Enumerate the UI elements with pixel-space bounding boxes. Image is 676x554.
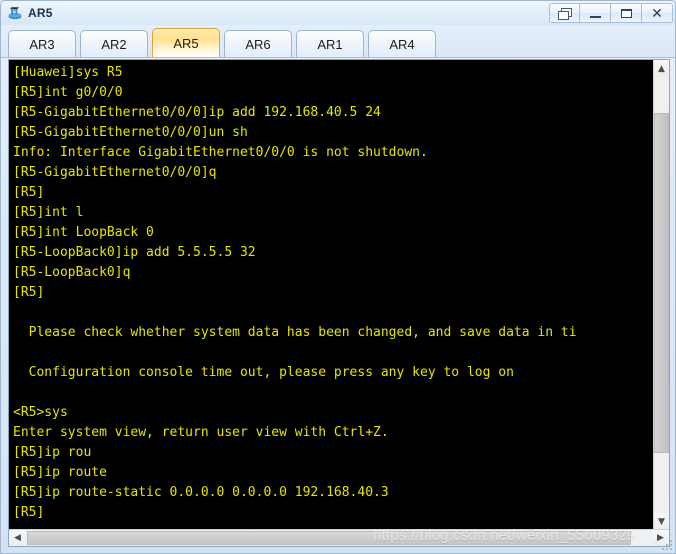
scroll-down-button[interactable]: ▼ xyxy=(654,513,669,530)
tab-ar3[interactable]: AR3 xyxy=(8,30,76,57)
scroll-left-button[interactable]: ◀ xyxy=(9,530,26,546)
horizontal-scroll-thumb[interactable] xyxy=(27,531,631,545)
terminal-line: [R5-LoopBack0]ip add 5.5.5.5 32 xyxy=(13,245,256,260)
terminal-line: [R5-LoopBack0]q xyxy=(13,265,131,280)
window-frame: AR5 ✕ AR3 AR2 AR5 AR6 AR1 AR4 [Huawei]sy… xyxy=(0,0,676,554)
tab-label: AR1 xyxy=(317,36,343,52)
terminal-line: [R5]int l xyxy=(13,205,84,220)
tab-ar5[interactable]: AR5 xyxy=(152,28,220,57)
terminal-line: Enter system view, return user view with… xyxy=(13,425,389,440)
terminal-line: [R5]ip route xyxy=(13,465,107,480)
console-panel: [Huawei]sys R5 [R5]int g0/0/0 [R5-GigabitE… xyxy=(8,59,670,547)
window-title: AR5 xyxy=(28,6,53,20)
terminal-line: [R5] xyxy=(13,505,45,520)
terminal-line: Please check whether system data has bee… xyxy=(13,325,577,340)
tab-label: AR4 xyxy=(389,36,415,52)
restore-icon xyxy=(558,7,572,20)
application-window: AR5 ✕ AR3 AR2 AR5 AR6 AR1 AR4 [Huawei]sy… xyxy=(0,0,676,554)
terminal-line: [R5] xyxy=(13,285,45,300)
close-icon: ✕ xyxy=(651,5,663,21)
terminal-line: [R5-GigabitEthernet0/0/0]un sh xyxy=(13,125,248,140)
terminal-output[interactable]: [Huawei]sys R5 [R5]int g0/0/0 [R5-GigabitE… xyxy=(9,60,654,530)
terminal-line: Info: Interface GigabitEthernet0/0/0 is … xyxy=(13,145,428,160)
tab-label: AR5 xyxy=(173,35,199,51)
tab-label: AR3 xyxy=(29,36,55,52)
maximize-icon xyxy=(620,8,632,18)
window-controls: ✕ xyxy=(549,3,673,23)
terminal-line: [R5] xyxy=(13,185,45,200)
terminal-line: [R5]ip route-static 0.0.0.0 0.0.0.0 192.… xyxy=(13,485,389,500)
restore-button[interactable] xyxy=(549,3,580,23)
resize-grip[interactable] xyxy=(661,539,674,552)
tab-ar6[interactable]: AR6 xyxy=(224,30,292,57)
minimize-button[interactable] xyxy=(580,3,611,23)
terminal-line: [R5]int g0/0/0 xyxy=(13,85,123,100)
horizontal-scrollbar[interactable]: ◀ ▶ xyxy=(9,529,669,546)
terminal-line: Configuration console time out, please p… xyxy=(13,365,514,380)
minimize-icon xyxy=(589,15,601,18)
terminal-line: [R5]ip rou xyxy=(13,445,92,460)
close-button[interactable]: ✕ xyxy=(642,3,673,23)
tab-label: AR6 xyxy=(245,36,271,52)
terminal-line: [R5-GigabitEthernet0/0/0]ip add 192.168.… xyxy=(13,105,381,120)
tab-ar2[interactable]: AR2 xyxy=(80,30,148,57)
tab-ar1[interactable]: AR1 xyxy=(296,30,364,57)
title-bar[interactable]: AR5 ✕ xyxy=(1,1,675,25)
tab-ar4[interactable]: AR4 xyxy=(368,30,436,57)
scroll-up-button[interactable]: ▲ xyxy=(654,60,669,77)
vertical-scroll-thumb[interactable] xyxy=(654,113,669,453)
maximize-button[interactable] xyxy=(611,3,642,23)
terminal-line: [Huawei]sys R5 xyxy=(13,65,123,80)
terminal-line: <R5>sys xyxy=(13,405,68,420)
tab-label: AR2 xyxy=(101,36,127,52)
terminal-line: [R5]int LoopBack 0 xyxy=(13,225,154,240)
vertical-scrollbar[interactable]: ▲ ▼ xyxy=(653,60,669,530)
terminal-line: [R5-GigabitEthernet0/0/0]q xyxy=(13,165,217,180)
tab-strip: AR3 AR2 AR5 AR6 AR1 AR4 xyxy=(1,25,675,58)
router-icon xyxy=(6,4,24,22)
